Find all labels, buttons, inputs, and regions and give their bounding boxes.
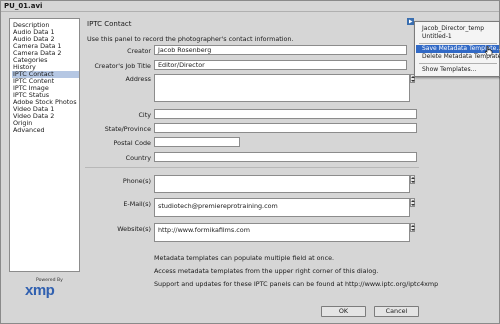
window-title: PU_01.avi xyxy=(4,2,43,10)
city-label: City xyxy=(138,111,151,119)
info-line: Support and updates for these IPTC panel… xyxy=(154,280,439,288)
info-line: Access metadata templates from the upper… xyxy=(154,267,379,275)
menu-item-template[interactable]: Jacob_Director_temp xyxy=(416,25,499,33)
spin-down-icon xyxy=(411,80,415,82)
ok-button[interactable]: OK xyxy=(321,306,366,317)
state-field[interactable] xyxy=(154,123,417,133)
address-field[interactable] xyxy=(154,74,410,102)
creator-field[interactable]: Jacob Rosenberg xyxy=(154,45,407,55)
hand-cursor-icon xyxy=(485,46,493,56)
email-field[interactable]: studiotech@premiereprotraining.com xyxy=(154,198,410,217)
panel-description: Use this panel to record the photographe… xyxy=(87,35,294,43)
website-spinner[interactable] xyxy=(410,223,415,232)
city-field[interactable] xyxy=(154,109,417,119)
xmp-logo: Powered By xmp xyxy=(25,278,65,304)
template-menu-arrow-icon[interactable] xyxy=(407,18,414,25)
job-title-field[interactable]: Editor/Director xyxy=(154,60,407,70)
cancel-button[interactable]: Cancel xyxy=(374,306,419,317)
sidebar-item-advanced[interactable]: Advanced xyxy=(12,127,79,134)
spin-up-icon xyxy=(411,225,415,227)
menu-separator xyxy=(419,63,497,64)
spin-down-icon xyxy=(411,181,415,183)
country-label: Country xyxy=(125,154,151,162)
menu-separator xyxy=(419,43,497,44)
country-field[interactable] xyxy=(154,152,417,162)
state-label: State/Province xyxy=(104,125,151,133)
menu-item-template[interactable]: Untitled-1 xyxy=(416,33,499,41)
spin-down-icon xyxy=(411,229,415,231)
category-list: Description Audio Data 1 Audio Data 2 Ca… xyxy=(9,18,80,272)
title-bar: PU_01.avi xyxy=(1,1,499,12)
creator-label: Creator xyxy=(127,47,151,55)
email-label: E-Mail(s) xyxy=(123,200,151,208)
spin-up-icon xyxy=(411,200,415,202)
menu-item-show-templates[interactable]: Show Templates... xyxy=(416,66,499,74)
phone-field[interactable] xyxy=(154,175,410,193)
website-field[interactable]: http://www.formikafilms.com xyxy=(154,223,410,242)
xmp-wordmark: xmp xyxy=(25,282,55,299)
website-label: Website(s) xyxy=(117,225,151,233)
spin-down-icon xyxy=(411,204,415,206)
phone-label: Phone(s) xyxy=(122,177,151,185)
job-title-label: Creator's Job Title xyxy=(94,62,151,70)
email-spinner[interactable] xyxy=(410,198,415,207)
spin-up-icon xyxy=(411,177,415,179)
file-info-dialog: PU_01.avi Description Audio Data 1 Audio… xyxy=(0,0,500,324)
postal-code-label: Postal Code xyxy=(113,139,151,147)
address-label: Address xyxy=(125,75,151,83)
panel-title: IPTC Contact xyxy=(87,20,132,28)
phone-spinner[interactable] xyxy=(410,175,415,184)
postal-code-field[interactable] xyxy=(154,137,240,147)
info-line: Metadata templates can populate multiple… xyxy=(154,254,335,262)
divider xyxy=(85,167,419,168)
